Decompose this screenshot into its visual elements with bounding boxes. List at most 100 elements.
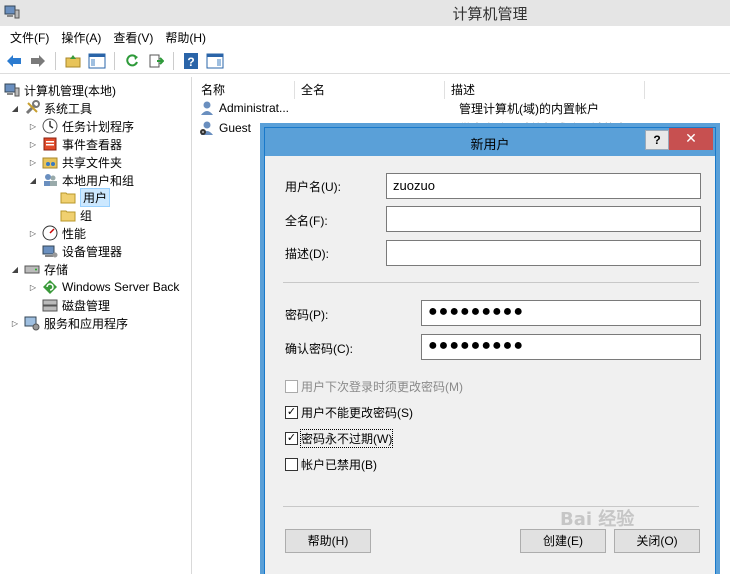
expand-arrow-icon[interactable]: ▷ <box>28 122 38 131</box>
toolbar: ? <box>0 48 730 74</box>
checkbox-box <box>285 380 298 393</box>
tree-item-disk-management[interactable]: 磁盘管理 <box>42 296 110 314</box>
back-arrow-icon <box>7 54 21 67</box>
export-list-button[interactable] <box>146 51 166 71</box>
refresh-button[interactable] <box>122 51 142 71</box>
description-field[interactable] <box>386 240 701 266</box>
refresh-icon <box>126 53 138 66</box>
menu-help[interactable]: 帮助(H) <box>159 29 212 46</box>
expand-arrow-icon[interactable]: ▷ <box>28 283 38 292</box>
cannot-change-password-checkbox[interactable]: ✓ 用户不能更改密码(S) <box>285 404 413 421</box>
tree-item-label: 存储 <box>44 262 69 277</box>
show-hide-tree-button[interactable] <box>87 51 107 71</box>
tree-item-label: 服务和应用程序 <box>44 316 129 331</box>
menu-file[interactable]: 文件(F) <box>4 29 55 46</box>
tree-item-label: 性能 <box>62 226 87 241</box>
account-disabled-checkbox[interactable]: 帐户已禁用(B) <box>285 456 377 473</box>
collapse-arrow-icon[interactable]: ◢ <box>28 176 38 185</box>
must-change-password-checkbox[interactable]: 用户下次登录时须更改密码(M) <box>285 378 463 395</box>
checkmark-icon: ✓ <box>285 406 298 419</box>
tree-item-local-users-groups[interactable]: ◢ 本地用户和组 <box>28 171 134 189</box>
console-tree-icon <box>88 53 106 68</box>
divider <box>283 506 699 507</box>
tree-item-label: 用户 <box>80 187 111 207</box>
tree-item-label: 设备管理器 <box>62 244 123 259</box>
backup-icon <box>43 280 57 294</box>
back-button[interactable] <box>4 51 24 71</box>
svg-text:?: ? <box>187 55 194 69</box>
column-header-name[interactable]: 名称 <box>195 81 295 99</box>
list-item-description: 管理计算机(域)的内置帐户 <box>459 101 599 116</box>
tree-item-device-manager[interactable]: 设备管理器 <box>42 242 122 260</box>
toolbar-separator <box>55 51 56 70</box>
clock-icon <box>42 118 58 134</box>
expand-arrow-icon[interactable]: ▷ <box>28 158 38 167</box>
list-header: 名称 全名 描述 <box>195 81 645 99</box>
close-button[interactable]: 关闭(O) <box>614 529 700 553</box>
tree-item-groups[interactable]: 组 <box>60 206 92 224</box>
tree-item-label: 任务计划程序 <box>62 119 135 134</box>
password-field[interactable]: ●●●●●●●●● <box>421 300 701 326</box>
title-bar: 计算机管理 <box>0 0 730 26</box>
confirm-password-field[interactable]: ●●●●●●●●● <box>421 334 701 360</box>
user-icon <box>201 101 213 115</box>
collapse-arrow-icon[interactable]: ◢ <box>10 265 20 274</box>
forward-button[interactable] <box>28 51 48 71</box>
expand-arrow-icon[interactable]: ▷ <box>28 140 38 149</box>
menu-action[interactable]: 操作(A) <box>55 29 107 46</box>
list-item-name: Administrat... <box>219 101 290 115</box>
list-item[interactable]: Administrat... 管理计算机(域)的内置帐户 <box>195 99 599 117</box>
checkmark-icon: ✓ <box>285 432 298 445</box>
column-header-description[interactable]: 描述 <box>445 81 645 99</box>
users-groups-icon <box>44 174 57 186</box>
expand-arrow-icon[interactable]: ▷ <box>10 319 20 328</box>
toolbar-separator <box>114 51 115 70</box>
tree-item-windows-server-backup[interactable]: ▷ Windows Server Back <box>28 278 179 296</box>
action-pane-icon <box>206 53 224 68</box>
tree-item-label: 共享文件夹 <box>62 155 123 170</box>
tree-item-services-apps[interactable]: ▷ 服务和应用程序 <box>10 314 128 332</box>
username-field[interactable]: zuozuo <box>386 173 701 199</box>
column-header-fullname[interactable]: 全名 <box>295 81 445 99</box>
dialog-body: 用户名(U): zuozuo 全名(F): 描述(D): 密码(P): ●●●●… <box>265 156 715 574</box>
tree-item-label: Windows Server Back <box>62 280 180 294</box>
computer-management-icon <box>4 83 20 97</box>
disk-management-icon <box>42 299 58 312</box>
help-button[interactable]: 帮助(H) <box>285 529 371 553</box>
menu-view[interactable]: 查看(V) <box>107 29 159 46</box>
expand-arrow-icon[interactable]: ▷ <box>28 229 38 238</box>
performance-icon <box>42 225 58 241</box>
checkbox-label: 密码永不过期(W) <box>299 429 394 448</box>
fullname-field[interactable] <box>386 206 701 232</box>
tree-item-users[interactable]: 用户 <box>60 187 111 207</box>
username-label: 用户名(U): <box>285 180 341 194</box>
export-icon <box>149 54 164 67</box>
tree-item-root[interactable]: 计算机管理(本地) <box>4 81 116 99</box>
tree-item-system-tools[interactable]: ◢ 系统工具 <box>10 99 92 117</box>
event-log-icon <box>43 137 57 151</box>
create-button[interactable]: 创建(E) <box>520 529 606 553</box>
tree-item-event-viewer[interactable]: ▷ 事件查看器 <box>28 135 122 153</box>
tree-item-task-scheduler[interactable]: ▷ 任务计划程序 <box>28 117 134 135</box>
help-toolbar-button[interactable]: ? <box>181 51 201 71</box>
folder-icon <box>60 210 76 222</box>
watermark: Bai 经验 <box>560 509 635 530</box>
password-never-expires-checkbox[interactable]: ✓ 密码永不过期(W) <box>285 429 394 448</box>
storage-icon <box>24 265 40 274</box>
collapse-arrow-icon[interactable]: ◢ <box>10 104 20 113</box>
divider <box>283 282 699 283</box>
show-hide-action-pane-button[interactable] <box>205 51 225 71</box>
folder-icon <box>60 192 76 204</box>
menu-bar: 文件(F) 操作(A) 查看(V) 帮助(H) <box>0 26 730 48</box>
tree-item-shared-folders[interactable]: ▷ 共享文件夹 <box>28 153 122 171</box>
tools-icon <box>25 100 40 115</box>
up-level-button[interactable] <box>63 51 83 71</box>
tree-item-performance[interactable]: ▷ 性能 <box>28 224 86 242</box>
dialog-close-button[interactable]: ✕ <box>669 128 713 150</box>
tree-item-label: 计算机管理(本地) <box>24 83 116 98</box>
folder-up-icon <box>65 54 81 67</box>
dialog-help-button[interactable]: ? <box>645 130 669 150</box>
shared-folder-icon <box>42 157 58 169</box>
services-icon <box>24 316 40 331</box>
tree-item-storage[interactable]: ◢ 存储 <box>10 260 68 278</box>
